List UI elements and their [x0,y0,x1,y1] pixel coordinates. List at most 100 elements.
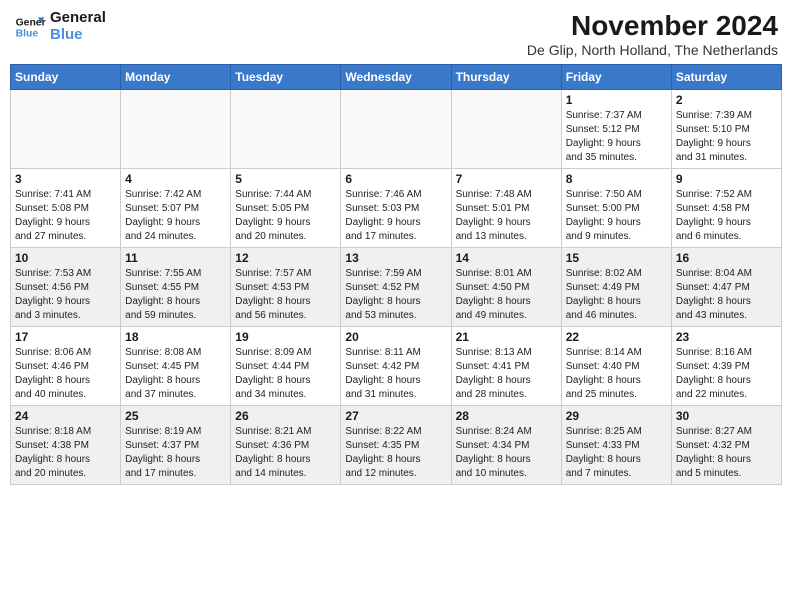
day-number: 15 [566,251,667,265]
day-number: 24 [15,409,116,423]
calendar-cell: 1 Sunrise: 7:37 AM Sunset: 5:12 PM Daylig… [561,90,671,169]
calendar-week-5: 24 Sunrise: 8:18 AM Sunset: 4:38 PM Dayli… [11,406,782,485]
day-detail: Sunrise: 8:02 AM Sunset: 4:49 PM Dayligh… [566,267,667,323]
day-detail: Sunrise: 7:50 AM Sunset: 5:00 PM Dayligh… [566,188,667,244]
weekday-header-monday: Monday [121,65,231,90]
calendar-cell [231,90,341,169]
day-number: 27 [345,409,446,423]
day-detail: Sunrise: 8:06 AM Sunset: 4:46 PM Dayligh… [15,346,116,402]
day-number: 5 [235,172,336,186]
calendar-cell: 26 Sunrise: 8:21 AM Sunset: 4:36 PM Dayli… [231,406,341,485]
day-number: 8 [566,172,667,186]
day-detail: Sunrise: 7:59 AM Sunset: 4:52 PM Dayligh… [345,267,446,323]
day-detail: Sunrise: 7:42 AM Sunset: 5:07 PM Dayligh… [125,188,226,244]
day-number: 17 [15,330,116,344]
day-number: 21 [456,330,557,344]
logo-icon: General Blue [14,11,46,43]
day-detail: Sunrise: 8:08 AM Sunset: 4:45 PM Dayligh… [125,346,226,402]
location-subtitle: De Glip, North Holland, The Netherlands [527,42,778,58]
calendar-cell: 8 Sunrise: 7:50 AM Sunset: 5:00 PM Daylig… [561,169,671,248]
calendar-cell: 29 Sunrise: 8:25 AM Sunset: 4:33 PM Dayli… [561,406,671,485]
day-number: 13 [345,251,446,265]
logo-line2: Blue [50,27,106,44]
day-detail: Sunrise: 7:41 AM Sunset: 5:08 PM Dayligh… [15,188,116,244]
weekday-header-wednesday: Wednesday [341,65,451,90]
calendar-cell: 5Sunrise: 7:44 AM Sunset: 5:05 PM Daylig… [231,169,341,248]
day-detail: Sunrise: 8:18 AM Sunset: 4:38 PM Dayligh… [15,425,116,481]
calendar-cell: 7Sunrise: 7:48 AM Sunset: 5:01 PM Daylig… [451,169,561,248]
day-number: 30 [676,409,777,423]
weekday-header-thursday: Thursday [451,65,561,90]
svg-text:Blue: Blue [16,28,39,39]
day-number: 22 [566,330,667,344]
day-number: 4 [125,172,226,186]
calendar-cell: 25 Sunrise: 8:19 AM Sunset: 4:37 PM Dayli… [121,406,231,485]
calendar-cell: 30 Sunrise: 8:27 AM Sunset: 4:32 PM Dayli… [671,406,781,485]
calendar-week-3: 10Sunrise: 7:53 AM Sunset: 4:56 PM Dayli… [11,248,782,327]
day-detail: Sunrise: 7:37 AM Sunset: 5:12 PM Dayligh… [566,109,667,165]
day-number: 11 [125,251,226,265]
calendar-cell: 18 Sunrise: 8:08 AM Sunset: 4:45 PM Dayli… [121,327,231,406]
day-number: 9 [676,172,777,186]
day-detail: Sunrise: 8:14 AM Sunset: 4:40 PM Dayligh… [566,346,667,402]
page-header: General Blue General Blue November 2024 … [10,10,782,58]
calendar-cell: 14Sunrise: 8:01 AM Sunset: 4:50 PM Dayli… [451,248,561,327]
day-detail: Sunrise: 8:19 AM Sunset: 4:37 PM Dayligh… [125,425,226,481]
calendar-cell: 27 Sunrise: 8:22 AM Sunset: 4:35 PM Dayli… [341,406,451,485]
day-detail: Sunrise: 7:53 AM Sunset: 4:56 PM Dayligh… [15,267,116,323]
weekday-header-tuesday: Tuesday [231,65,341,90]
day-number: 23 [676,330,777,344]
calendar-cell: 21 Sunrise: 8:13 AM Sunset: 4:41 PM Dayli… [451,327,561,406]
weekday-header-row: SundayMondayTuesdayWednesdayThursdayFrid… [11,65,782,90]
calendar-cell: 12Sunrise: 7:57 AM Sunset: 4:53 PM Dayli… [231,248,341,327]
calendar-cell [451,90,561,169]
calendar-cell [11,90,121,169]
calendar-week-2: 3 Sunrise: 7:41 AM Sunset: 5:08 PM Daylig… [11,169,782,248]
calendar-cell: 20 Sunrise: 8:11 AM Sunset: 4:42 PM Dayli… [341,327,451,406]
calendar-week-1: 1 Sunrise: 7:37 AM Sunset: 5:12 PM Daylig… [11,90,782,169]
calendar-cell: 24 Sunrise: 8:18 AM Sunset: 4:38 PM Dayli… [11,406,121,485]
day-detail: Sunrise: 8:24 AM Sunset: 4:34 PM Dayligh… [456,425,557,481]
day-number: 25 [125,409,226,423]
day-number: 16 [676,251,777,265]
calendar-cell: 10Sunrise: 7:53 AM Sunset: 4:56 PM Dayli… [11,248,121,327]
month-title: November 2024 [527,10,778,42]
day-detail: Sunrise: 7:46 AM Sunset: 5:03 PM Dayligh… [345,188,446,244]
day-number: 18 [125,330,226,344]
calendar-cell: 9 Sunrise: 7:52 AM Sunset: 4:58 PM Daylig… [671,169,781,248]
day-number: 26 [235,409,336,423]
day-detail: Sunrise: 8:27 AM Sunset: 4:32 PM Dayligh… [676,425,777,481]
calendar-cell: 16 Sunrise: 8:04 AM Sunset: 4:47 PM Dayli… [671,248,781,327]
day-detail: Sunrise: 8:22 AM Sunset: 4:35 PM Dayligh… [345,425,446,481]
day-number: 20 [345,330,446,344]
day-number: 3 [15,172,116,186]
day-number: 1 [566,93,667,107]
calendar-cell: 15 Sunrise: 8:02 AM Sunset: 4:49 PM Dayli… [561,248,671,327]
title-block: November 2024 De Glip, North Holland, Th… [527,10,778,58]
day-number: 29 [566,409,667,423]
weekday-header-sunday: Sunday [11,65,121,90]
day-detail: Sunrise: 8:01 AM Sunset: 4:50 PM Dayligh… [456,267,557,323]
day-detail: Sunrise: 7:52 AM Sunset: 4:58 PM Dayligh… [676,188,777,244]
day-number: 28 [456,409,557,423]
calendar-cell [341,90,451,169]
calendar-cell: 2 Sunrise: 7:39 AM Sunset: 5:10 PM Daylig… [671,90,781,169]
calendar-cell: 22 Sunrise: 8:14 AM Sunset: 4:40 PM Dayli… [561,327,671,406]
calendar-week-4: 17 Sunrise: 8:06 AM Sunset: 4:46 PM Dayli… [11,327,782,406]
calendar-cell: 3 Sunrise: 7:41 AM Sunset: 5:08 PM Daylig… [11,169,121,248]
day-detail: Sunrise: 7:48 AM Sunset: 5:01 PM Dayligh… [456,188,557,244]
calendar-cell: 11Sunrise: 7:55 AM Sunset: 4:55 PM Dayli… [121,248,231,327]
logo: General Blue General Blue [14,10,106,43]
logo-line1: General [50,10,106,27]
day-number: 2 [676,93,777,107]
weekday-header-friday: Friday [561,65,671,90]
day-detail: Sunrise: 8:13 AM Sunset: 4:41 PM Dayligh… [456,346,557,402]
calendar-cell: 4 Sunrise: 7:42 AM Sunset: 5:07 PM Daylig… [121,169,231,248]
day-detail: Sunrise: 8:04 AM Sunset: 4:47 PM Dayligh… [676,267,777,323]
day-detail: Sunrise: 8:21 AM Sunset: 4:36 PM Dayligh… [235,425,336,481]
day-detail: Sunrise: 8:25 AM Sunset: 4:33 PM Dayligh… [566,425,667,481]
day-detail: Sunrise: 8:11 AM Sunset: 4:42 PM Dayligh… [345,346,446,402]
day-detail: Sunrise: 7:39 AM Sunset: 5:10 PM Dayligh… [676,109,777,165]
calendar-cell: 13 Sunrise: 7:59 AM Sunset: 4:52 PM Dayli… [341,248,451,327]
calendar-cell: 19Sunrise: 8:09 AM Sunset: 4:44 PM Dayli… [231,327,341,406]
